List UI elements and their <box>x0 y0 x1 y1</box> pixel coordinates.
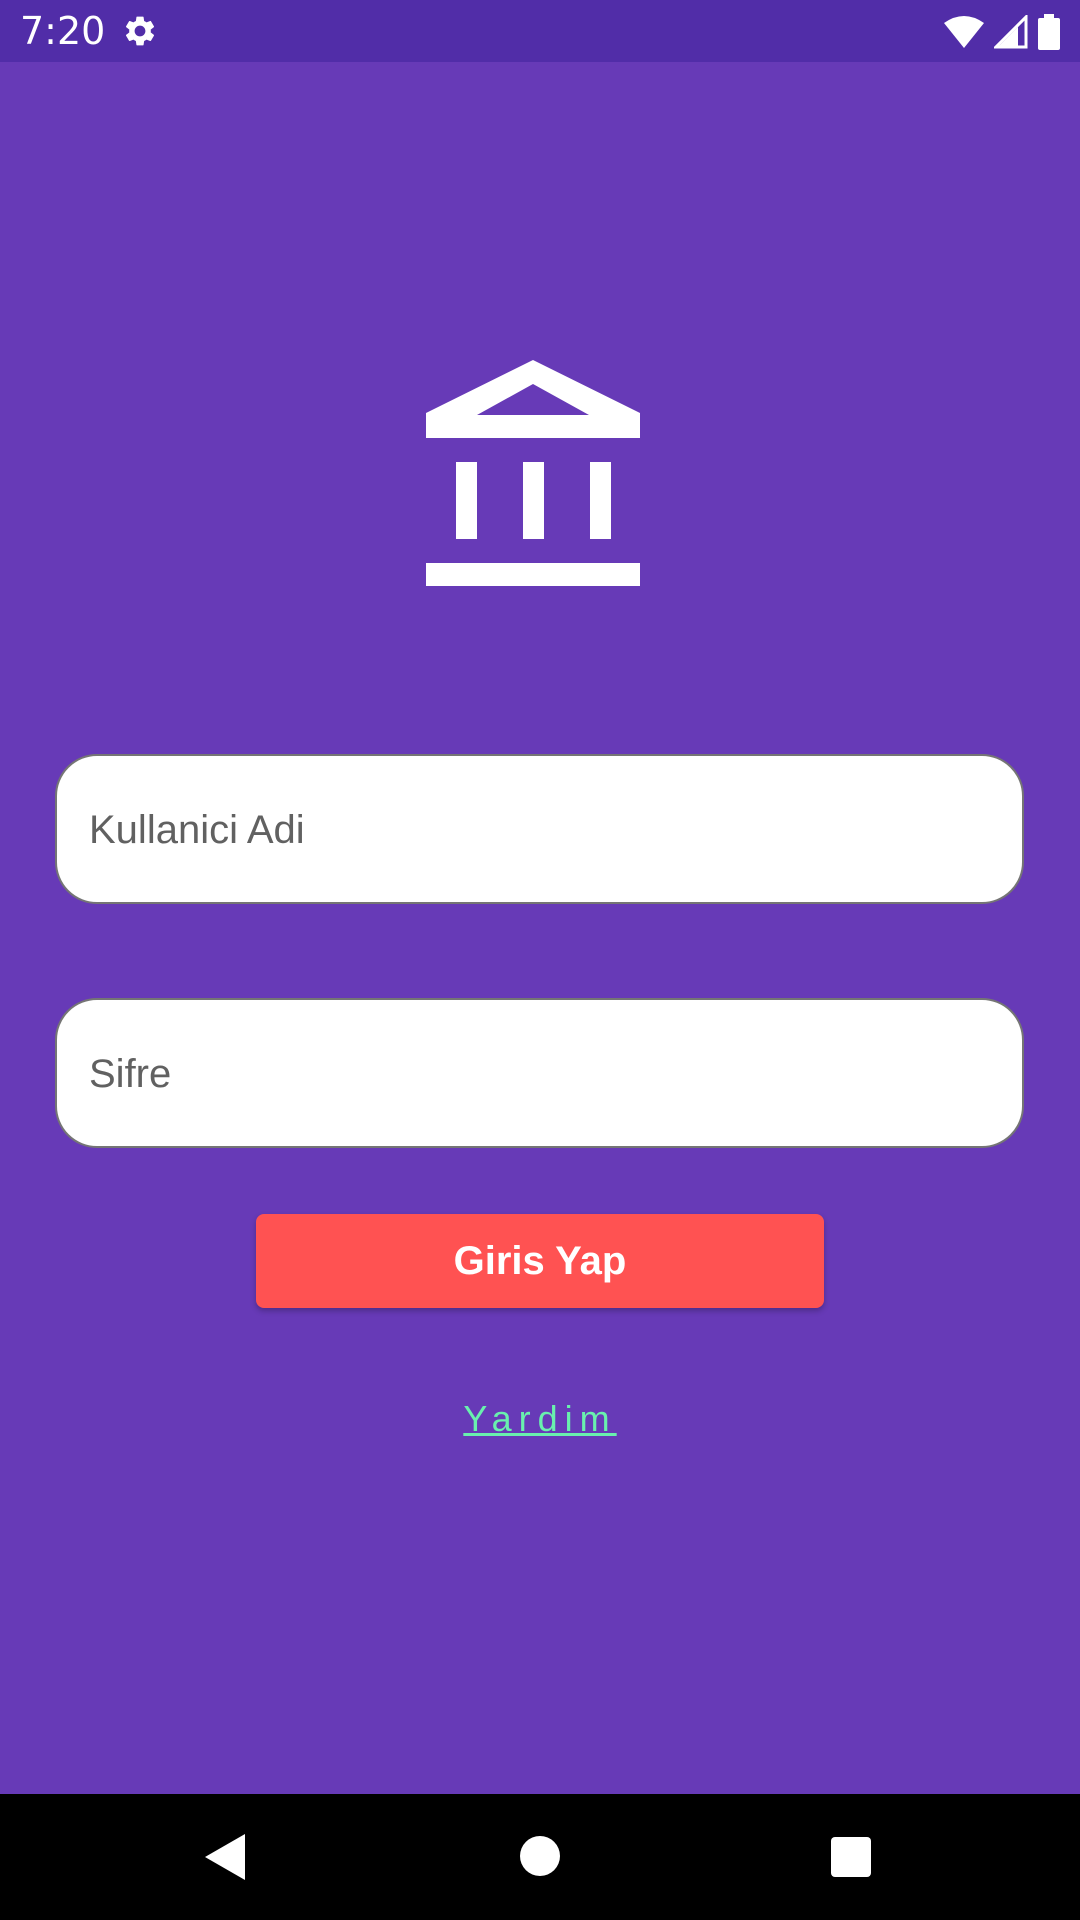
username-input[interactable] <box>87 756 991 904</box>
gear-icon <box>125 16 155 46</box>
wifi-icon <box>944 16 984 48</box>
password-field-container <box>55 998 1024 1148</box>
bank-icon <box>426 360 640 586</box>
recents-icon[interactable] <box>831 1837 871 1877</box>
login-button[interactable]: Giris Yap <box>256 1214 824 1308</box>
status-bar: 7:20 <box>0 0 1080 62</box>
back-icon[interactable] <box>205 1834 245 1880</box>
username-field-container <box>55 754 1024 904</box>
battery-icon <box>1038 14 1060 50</box>
status-time: 7:20 <box>20 9 106 53</box>
navigation-bar <box>0 1794 1080 1920</box>
cell-signal-icon <box>994 15 1028 49</box>
password-input[interactable] <box>87 1000 991 1148</box>
login-button-label: Giris Yap <box>453 1238 627 1283</box>
help-link[interactable]: Yardim <box>0 1398 1080 1440</box>
home-icon[interactable] <box>520 1836 560 1876</box>
